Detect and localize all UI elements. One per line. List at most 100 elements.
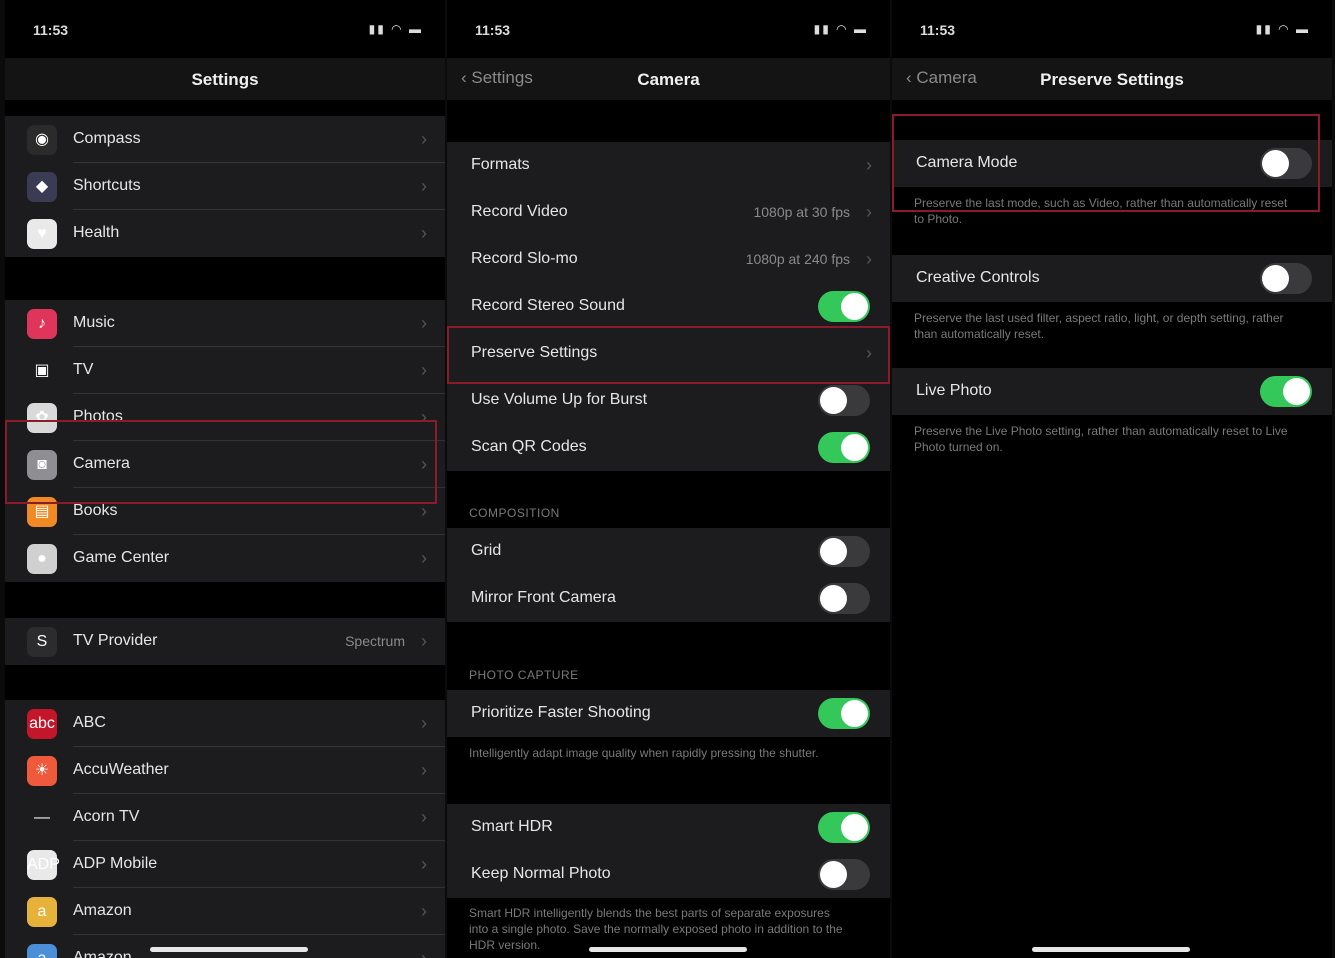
chevron-right-icon: › [421, 901, 427, 921]
keep-normal-photo-toggle[interactable] [818, 859, 870, 890]
scan-qr-codes-toggle[interactable] [818, 432, 870, 463]
settings-row-tv-provider[interactable]: S TV Provider Spectrum › [5, 618, 445, 665]
row-label: Music [73, 314, 115, 331]
settings-row-health[interactable]: ♥ Health › [5, 210, 445, 257]
camera-row-use-volume-up-for-burst[interactable]: Use Volume Up for Burst [447, 377, 890, 424]
camera-row-record-stereo-sound[interactable]: Record Stereo Sound [447, 283, 890, 330]
status-icons: ▮▮ ◠ ▬ [813, 22, 868, 36]
camera-row-record-video[interactable]: Record Video 1080p at 30 fps › [447, 189, 890, 236]
status-time: 11:53 [920, 22, 956, 38]
row-label: Creative Controls [916, 269, 1040, 286]
abc-icon: abc [27, 709, 57, 739]
toggle-knob [820, 538, 847, 565]
live-photo-toggle[interactable] [1260, 376, 1312, 407]
row-label: Grid [471, 542, 502, 559]
settings-row-amazon[interactable]: a Amazon › [5, 888, 445, 935]
row-label: TV Provider [73, 632, 158, 649]
page-title: Preserve Settings [1040, 70, 1184, 89]
chevron-right-icon: › [866, 202, 872, 222]
settings-row-compass[interactable]: ◉ Compass › [5, 116, 445, 163]
camera-row-highlight [5, 420, 437, 504]
camera-row-prioritize-faster-shooting[interactable]: Prioritize Faster Shooting [447, 690, 890, 737]
health-icon: ♥ [27, 219, 57, 249]
status-time: 11:53 [475, 22, 511, 38]
page-title: Settings [191, 70, 259, 89]
row-label: Amazon [73, 949, 132, 958]
camera-row-grid[interactable]: Grid [447, 528, 890, 575]
home-indicator [1032, 947, 1190, 952]
row-label: Compass [73, 130, 141, 147]
nav-bar: ‹ Camera Preserve Settings [892, 58, 1332, 100]
chevron-right-icon: › [421, 176, 427, 196]
amazon-icon: a [27, 897, 57, 927]
acorn-tv-icon: — [27, 803, 57, 833]
settings-row-acorn-tv[interactable]: — Acorn TV › [5, 794, 445, 841]
smart-hdr-footer: Smart HDR intelligently blends the best … [469, 906, 843, 952]
settings-row-music[interactable]: ♪ Music › [5, 300, 445, 347]
prioritize-faster-shooting-toggle[interactable] [818, 698, 870, 729]
toggle-knob [1262, 265, 1289, 292]
compass-icon: ◉ [27, 125, 57, 155]
smart-hdr-toggle[interactable] [818, 812, 870, 843]
settings-row-accuweather[interactable]: ☀ AccuWeather › [5, 747, 445, 794]
camera-settings-panel: 11:53 ▮▮ ◠ ▬ ‹ Settings Camera Formats › R… [447, 0, 890, 958]
camera-row-record-slo-mo[interactable]: Record Slo-mo 1080p at 240 fps › [447, 236, 890, 283]
record-stereo-sound-toggle[interactable] [818, 291, 870, 322]
status-bar: 11:53 ▮▮ ◠ ▬ [447, 0, 890, 58]
camera-row-keep-normal-photo[interactable]: Keep Normal Photo [447, 851, 890, 898]
row-label: AccuWeather [73, 761, 169, 778]
toggle-knob [841, 700, 868, 727]
toggle-knob [820, 585, 847, 612]
tv-icon: ▣ [27, 356, 57, 386]
row-value: 1080p at 30 fps [753, 204, 850, 220]
toggle-knob [820, 387, 847, 414]
row-label: Mirror Front Camera [471, 589, 616, 606]
row-label: Shortcuts [73, 177, 141, 194]
camera-row-mirror-front-camera[interactable]: Mirror Front Camera [447, 575, 890, 622]
music-icon: ♪ [27, 309, 57, 339]
nav-bar: Settings [5, 58, 445, 100]
home-indicator [589, 947, 747, 952]
chevron-right-icon: › [421, 313, 427, 333]
chevron-right-icon: › [421, 854, 427, 874]
preserve-settings-highlight [447, 326, 890, 384]
settings-row-abc[interactable]: abc ABC › [5, 700, 445, 747]
preserve-settings-panel: 11:53 ▮▮ ◠ ▬ ‹ Camera Preserve Settings … [892, 0, 1332, 958]
faster-shooting-footer: Intelligently adapt image quality when r… [469, 746, 819, 760]
settings-row-adp-mobile[interactable]: ADP ADP Mobile › [5, 841, 445, 888]
settings-panel: 11:53 ▮▮ ◠ ▬ Settings ◉ Compass › ◆ Shortcut… [5, 0, 445, 958]
row-label: ADP Mobile [73, 855, 158, 872]
mirror-front-camera-toggle[interactable] [818, 583, 870, 614]
row-label: Prioritize Faster Shooting [471, 704, 651, 721]
settings-row-tv[interactable]: ▣ TV › [5, 347, 445, 394]
nav-bar: ‹ Settings Camera [447, 58, 890, 100]
settings-row-game-center[interactable]: ● Game Center › [5, 535, 445, 582]
creative-controls-toggle[interactable] [1260, 263, 1312, 294]
camera-row-formats[interactable]: Formats › [447, 142, 890, 189]
preserve-row-creative-controls[interactable]: Creative Controls [892, 255, 1332, 302]
chevron-right-icon: › [421, 501, 427, 521]
grid-toggle[interactable] [818, 536, 870, 567]
accuweather-icon: ☀ [27, 756, 57, 786]
status-icons: ▮▮ ◠ ▬ [1255, 22, 1310, 36]
game-center-icon: ● [27, 544, 57, 574]
row-label: Health [73, 224, 120, 241]
row-label: Acorn TV [73, 808, 140, 825]
chevron-right-icon: › [866, 155, 872, 175]
settings-row-shortcuts[interactable]: ◆ Shortcuts › [5, 163, 445, 210]
chevron-right-icon: › [421, 713, 427, 733]
status-bar: 11:53 ▮▮ ◠ ▬ [5, 0, 445, 58]
use-volume-up-for-burst-toggle[interactable] [818, 385, 870, 416]
status-time: 11:53 [33, 22, 69, 38]
page-title: Camera [637, 70, 700, 89]
preserve-row-live-photo[interactable]: Live Photo [892, 368, 1332, 415]
toggle-knob [820, 861, 847, 888]
row-label: Formats [471, 156, 530, 173]
row-label: Live Photo [916, 382, 992, 399]
camera-row-scan-qr-codes[interactable]: Scan QR Codes [447, 424, 890, 471]
chevron-right-icon: › [421, 548, 427, 568]
camera-row-smart-hdr[interactable]: Smart HDR [447, 804, 890, 851]
tv-provider-icon: S [27, 627, 57, 657]
row-label: TV [73, 361, 94, 378]
chevron-right-icon: › [866, 249, 872, 269]
